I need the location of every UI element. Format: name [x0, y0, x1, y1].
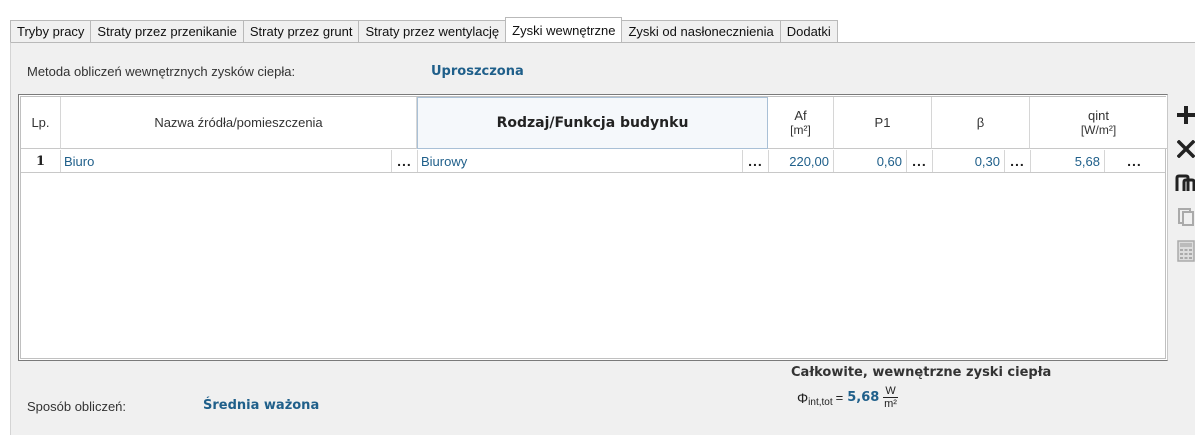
header-qint-label: qint	[1088, 107, 1109, 123]
header-lp[interactable]: Lp.	[21, 97, 61, 149]
table-row[interactable]: 1 Biuro ... Biurowy ... 220,00 0,60 ... …	[21, 150, 1165, 173]
header-qint[interactable]: qint [W/m²]	[1030, 97, 1167, 149]
phi-symbol: Φ	[797, 389, 809, 406]
calc-mode-row: Sposób obliczeń: Średnia ważona	[27, 398, 319, 414]
tab-zyski-wewnetrzne[interactable]: Zyski wewnętrzne	[505, 17, 623, 42]
tab-panel: Metoda obliczeń wewnętrznych zysków ciep…	[10, 42, 1195, 435]
delete-icon	[1177, 140, 1195, 158]
calculator-button[interactable]	[1171, 236, 1195, 266]
header-type[interactable]: Rodzaj/Funkcja budynku	[417, 97, 768, 149]
header-af[interactable]: Af [m²]	[768, 97, 834, 149]
calc-mode-value-link[interactable]: Średnia ważona	[203, 398, 319, 413]
row-name[interactable]: Biuro	[61, 150, 391, 172]
calculator-icon	[1177, 240, 1195, 262]
paste-icon	[1178, 208, 1194, 226]
row-lp: 1	[21, 150, 61, 172]
method-value-link[interactable]: Uproszczona	[431, 64, 524, 79]
tab-straty-przenikanie[interactable]: Straty przez przenikanie	[90, 20, 244, 42]
plus-icon	[1177, 106, 1195, 124]
copy-row-button[interactable]	[1171, 168, 1195, 198]
row-p1-more-button[interactable]: ...	[906, 150, 932, 172]
method-row: Metoda obliczeń wewnętrznych zysków ciep…	[27, 64, 524, 79]
totals-formula: Φ int,tot = 5,68 W m²	[797, 385, 898, 410]
row-qint[interactable]: 5,68	[1030, 150, 1104, 172]
row-beta[interactable]: 0,30	[932, 150, 1004, 172]
unit-numerator: W	[883, 385, 898, 398]
tab-dodatki[interactable]: Dodatki	[779, 20, 838, 42]
phi-subscript: int,tot	[808, 397, 833, 408]
tab-bar: Tryby pracy Straty przez przenikanie Str…	[10, 17, 838, 42]
header-p1[interactable]: P1	[834, 97, 932, 149]
totals-unit: W m²	[883, 385, 898, 410]
equals-sign: =	[835, 390, 844, 405]
header-af-label: Af	[794, 107, 807, 123]
copy-row-icon	[1175, 174, 1195, 191]
tab-straty-grunt[interactable]: Straty przez grunt	[242, 20, 360, 42]
delete-row-button[interactable]	[1171, 134, 1195, 164]
calc-mode-label: Sposób obliczeń:	[27, 399, 127, 414]
header-beta[interactable]: β	[932, 97, 1030, 149]
tab-tryby-pracy[interactable]: Tryby pracy	[10, 20, 92, 42]
row-p1[interactable]: 0,60	[834, 150, 906, 172]
method-label: Metoda obliczeń wewnętrznych zysków ciep…	[27, 64, 296, 79]
add-row-button[interactable]	[1171, 100, 1195, 130]
tab-zyski-naslonecznienie[interactable]: Zyski od nasłonecznienia	[621, 20, 781, 42]
header-name[interactable]: Nazwa źródła/pomieszczenia	[61, 97, 417, 149]
header-qint-unit: [W/m²]	[1080, 122, 1117, 137]
totals-value: 5,68	[847, 390, 880, 405]
row-qint-more-button[interactable]: ...	[1104, 150, 1164, 172]
row-af[interactable]: 220,00	[768, 150, 834, 172]
unit-denominator: m²	[884, 398, 897, 410]
totals-box: Całkowite, wewnętrzne zyski ciepła Φ int…	[791, 365, 1195, 410]
totals-title: Całkowite, wewnętrzne zyski ciepła	[791, 365, 1052, 380]
row-beta-more-button[interactable]: ...	[1004, 150, 1030, 172]
row-type[interactable]: Biurowy	[417, 150, 742, 172]
gains-table: Lp. Nazwa źródła/pomieszczenia Rodzaj/Fu…	[18, 94, 1168, 361]
paste-row-button[interactable]	[1171, 202, 1195, 232]
tab-straty-wentylacja[interactable]: Straty przez wentylację	[358, 20, 507, 42]
row-type-more-button[interactable]: ...	[742, 150, 768, 172]
row-name-more-button[interactable]: ...	[391, 150, 417, 172]
header-af-unit: [m²]	[790, 122, 811, 137]
